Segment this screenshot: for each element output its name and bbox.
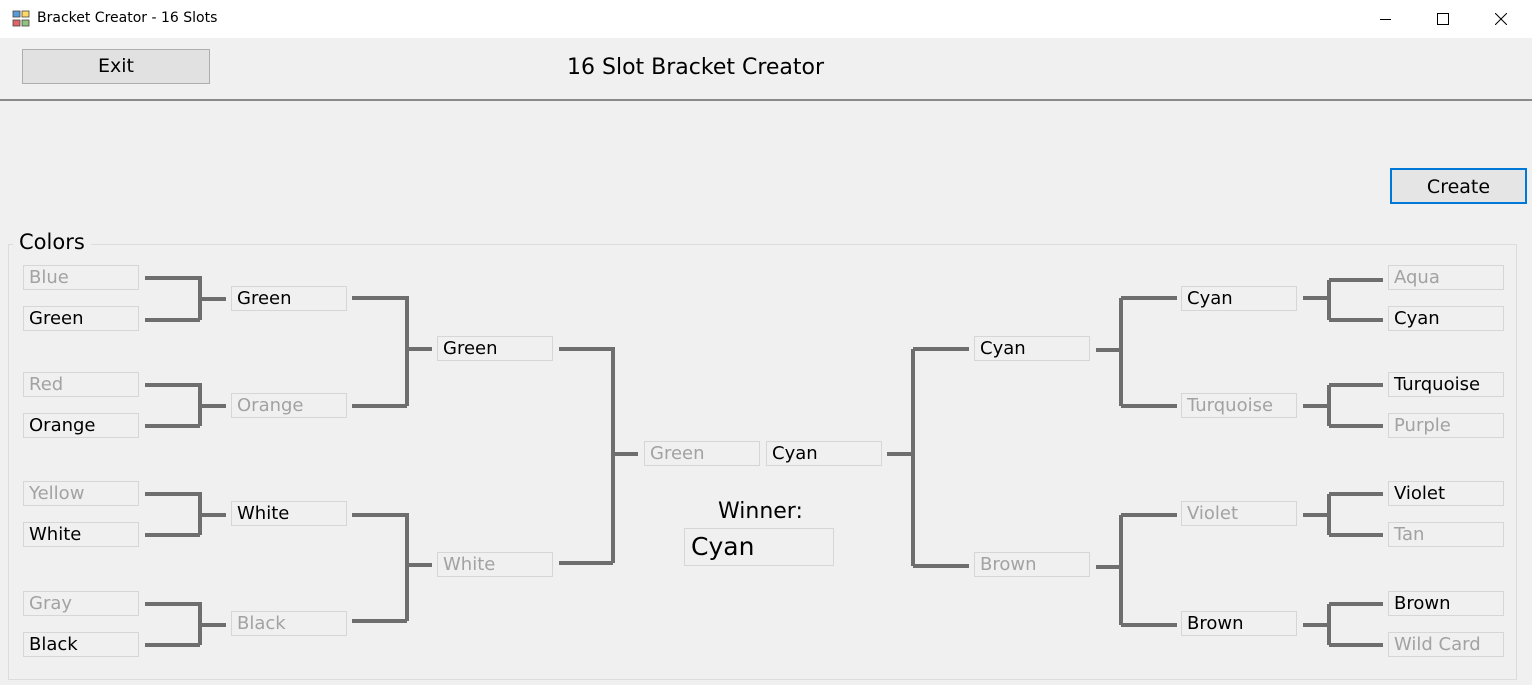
right-r1-slot-4[interactable]: Purple <box>1388 413 1504 438</box>
right-r1-slot-2[interactable]: Cyan <box>1388 306 1504 331</box>
bracket-connectors <box>145 276 1383 647</box>
left-r3-slot-1[interactable]: Green <box>437 336 553 361</box>
right-r3-slot-2[interactable]: Brown <box>974 552 1090 577</box>
right-r1-slot-6[interactable]: Tan <box>1388 522 1504 547</box>
right-r1-slot-8[interactable]: Wild Card <box>1388 632 1504 657</box>
right-final-slot[interactable]: Cyan <box>766 441 882 466</box>
winner-field[interactable]: Cyan <box>684 528 834 566</box>
right-r3-slot-1[interactable]: Cyan <box>974 336 1090 361</box>
left-r1-slot-6[interactable]: White <box>23 522 139 547</box>
right-r1-slot-1[interactable]: Aqua <box>1388 265 1504 290</box>
right-r1-slot-5[interactable]: Violet <box>1388 481 1504 506</box>
right-r1-slot-3[interactable]: Turquoise <box>1388 372 1504 397</box>
right-r2-slot-1[interactable]: Cyan <box>1181 286 1297 311</box>
winner-label: Winner: <box>718 499 803 524</box>
left-r2-slot-1[interactable]: Green <box>231 286 347 311</box>
left-final-slot[interactable]: Green <box>644 441 760 466</box>
left-r2-slot-4[interactable]: Black <box>231 611 347 636</box>
right-r2-slot-2[interactable]: Turquoise <box>1181 393 1297 418</box>
left-r1-slot-5[interactable]: Yellow <box>23 481 139 506</box>
left-r1-slot-7[interactable]: Gray <box>23 591 139 616</box>
left-r1-slot-3[interactable]: Red <box>23 372 139 397</box>
left-r3-slot-2[interactable]: White <box>437 552 553 577</box>
left-r1-slot-1[interactable]: Blue <box>23 265 139 290</box>
left-r1-slot-8[interactable]: Black <box>23 632 139 657</box>
left-r2-slot-2[interactable]: Orange <box>231 393 347 418</box>
left-r2-slot-3[interactable]: White <box>231 501 347 526</box>
right-r2-slot-4[interactable]: Brown <box>1181 611 1297 636</box>
right-r2-slot-3[interactable]: Violet <box>1181 501 1297 526</box>
right-r1-slot-7[interactable]: Brown <box>1388 591 1504 616</box>
left-r1-slot-4[interactable]: Orange <box>23 413 139 438</box>
left-r1-slot-2[interactable]: Green <box>23 306 139 331</box>
